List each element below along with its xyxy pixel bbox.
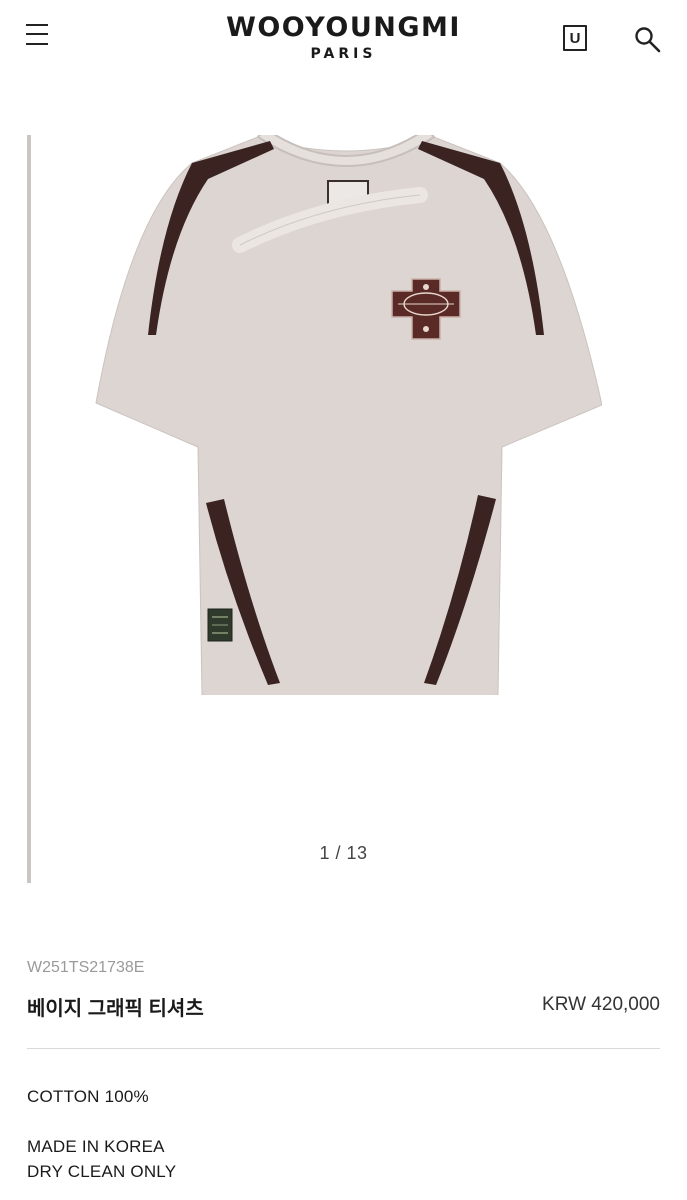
gallery-previous-slide-edge[interactable] bbox=[27, 135, 31, 883]
care-text: DRY CLEAN ONLY bbox=[27, 1162, 177, 1181]
shopping-bag-icon: U bbox=[569, 29, 581, 47]
shopping-bag-button[interactable]: U bbox=[563, 25, 587, 51]
image-counter: 1 / 13 bbox=[319, 843, 368, 863]
search-icon bbox=[635, 27, 661, 53]
product-image[interactable] bbox=[90, 135, 602, 695]
product-price: KRW 420,000 bbox=[542, 994, 660, 1015]
origin-text: MADE IN KOREA bbox=[27, 1137, 165, 1156]
search-button[interactable] bbox=[634, 26, 662, 54]
hem-patch bbox=[207, 608, 233, 642]
divider bbox=[27, 1048, 660, 1049]
composition-text: COTTON 100% bbox=[27, 1087, 149, 1106]
product-name: 베이지 그래픽 티셔츠 bbox=[27, 998, 204, 1020]
product-sku: W251TS21738E bbox=[27, 959, 145, 976]
product-gallery[interactable]: 1 / 13 bbox=[0, 135, 687, 885]
